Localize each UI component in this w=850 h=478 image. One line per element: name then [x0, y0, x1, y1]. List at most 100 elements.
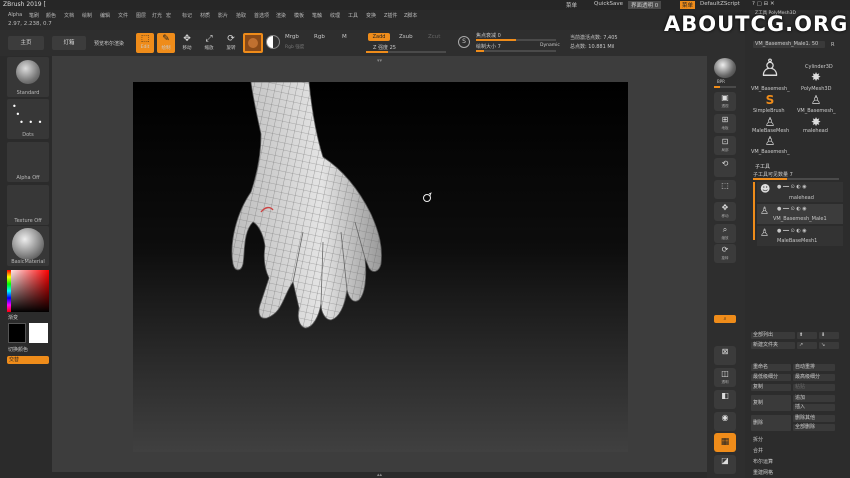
brush-standard-button[interactable]: Standard [7, 57, 49, 97]
rename-button[interactable]: 重命名 [751, 364, 791, 371]
window-controls-icon[interactable]: ? ▢ ⊟ ✕ [752, 1, 775, 7]
polyframe-toggle-button[interactable]: ▦ [714, 433, 736, 452]
split-button[interactable]: 拆分 [753, 436, 763, 443]
draw-size-slider[interactable]: 绘制大小 7 [476, 43, 501, 50]
hand-mesh-model[interactable] [133, 81, 628, 452]
primary-color-swatch[interactable] [29, 323, 48, 343]
subtool-toggles-icon[interactable]: ● ━━ ⊙ ◐ ◉ [777, 206, 807, 212]
menu-item[interactable]: 变换 [366, 12, 376, 19]
material-swatch-button[interactable] [243, 33, 263, 53]
material-button[interactable]: BasicMaterial [7, 226, 49, 266]
polyf-button[interactable]: ⊠ [714, 346, 736, 365]
delete-all-button[interactable]: 全部删除 [793, 424, 835, 431]
default-script-button[interactable]: DefaultZScript [700, 1, 740, 7]
z-intensity-track[interactable] [366, 51, 446, 53]
zadd-button[interactable]: Zadd [368, 33, 390, 41]
subtool-visible-count[interactable]: 子工具可见数量 7 [753, 171, 793, 178]
spix-slider[interactable] [714, 86, 736, 88]
all-low-button[interactable]: 最低级细分 [751, 374, 791, 381]
menu-item[interactable]: Z插件 [384, 12, 397, 19]
subtool-row-3[interactable]: ♙ ● ━━ ⊙ ◐ ◉ MaleBaseMesh1 [757, 226, 843, 246]
menu-item[interactable]: 文档 [64, 12, 74, 19]
transp-button[interactable]: ◫ 透明 [714, 368, 736, 387]
mesh-thumb-1[interactable]: ♙ [759, 54, 781, 82]
new-folder-button[interactable]: 新建文件夹 [751, 342, 795, 349]
solo-button[interactable]: ◧ [714, 390, 736, 409]
color-picker[interactable] [7, 270, 49, 312]
mrgb-button[interactable]: Mrgb [285, 34, 299, 40]
mesh-thumb-6[interactable]: ✸ [805, 115, 827, 129]
stroke-dots-button[interactable]: • • • • • Dots [7, 99, 49, 139]
bpr-render-button[interactable] [714, 58, 736, 78]
mesh-thumb-7[interactable]: ♙ [759, 134, 781, 148]
menu-item[interactable]: 渲染 [276, 12, 286, 19]
menus-button[interactable]: 菜单 [680, 1, 696, 9]
secondary-color-swatch[interactable] [8, 323, 26, 343]
menu-item[interactable]: 纹理 [330, 12, 340, 19]
edit-button[interactable]: ⬚ Edit [136, 33, 154, 53]
m-button[interactable]: M [342, 34, 347, 40]
rgb-button[interactable]: Rgb [314, 34, 325, 40]
subtool-header[interactable]: 子工具 [755, 163, 770, 170]
persp-button[interactable]: ▣ 透视 [714, 92, 736, 111]
move-up-button[interactable]: ↗ [797, 342, 817, 349]
interface-transparency-slider[interactable]: 界面透明 0 [628, 1, 662, 9]
top-collapse-arrow-icon[interactable]: ▾▾ [52, 58, 707, 64]
move-view-button[interactable]: ✥ 移动 [714, 202, 736, 221]
delete-other-button[interactable]: 删除其他 [793, 415, 835, 422]
menu-item[interactable]: 拾取 [236, 12, 246, 19]
z-intensity-slider[interactable]: Z 强度 25 [373, 44, 396, 51]
menu-item[interactable]: 图层 [136, 12, 146, 19]
scale-button[interactable]: ⤢ 缩放 [200, 33, 218, 53]
subtool-count-track[interactable] [753, 178, 839, 180]
scale-r-label[interactable]: R [831, 42, 834, 48]
rgb-intensity-label[interactable]: Rgb 强度 [285, 44, 304, 50]
mesh-thumb-4[interactable]: ♙ [805, 93, 827, 107]
local-button[interactable]: ⊡ 局部 [714, 136, 736, 155]
zoom-view-button[interactable]: ⌕ 缩放 [714, 224, 736, 243]
boolean-button[interactable]: 布尔运算 [753, 458, 773, 465]
quicksave-button[interactable]: QuickSave [594, 1, 623, 7]
subtool-row-1[interactable]: ☻ ● ━━ ⊙ ◐ ◉ malehead [757, 182, 843, 202]
remesh-button[interactable]: 重建网格 [753, 469, 773, 476]
menu-item[interactable]: 笔触 [312, 12, 322, 19]
all-high-button[interactable]: 最高级细分 [793, 374, 835, 381]
color-sphere-icon[interactable] [266, 35, 280, 49]
live-boolean-button[interactable]: 预览布尔渲染 [94, 40, 124, 47]
alternate-button[interactable]: 交替 [7, 356, 49, 364]
floor-button[interactable]: ⊞ 地板 [714, 114, 736, 133]
mesh-thumb-5[interactable]: ♙ [759, 115, 781, 129]
menu-item[interactable]: 文件 [118, 12, 128, 19]
menu-item[interactable]: 编辑 [100, 12, 110, 19]
append-button[interactable]: 追加 [793, 395, 835, 402]
menu-item[interactable]: Alpha [8, 12, 22, 18]
current-tool-slider[interactable]: VM_Basemesh_Male1. 50 [753, 41, 825, 48]
document-canvas[interactable] [133, 81, 628, 452]
home-button[interactable]: 主页 [8, 36, 44, 50]
zcut-button[interactable]: Zcut [428, 34, 440, 40]
menu-item[interactable]: 绘制 [82, 12, 92, 19]
auto-reorder-button[interactable]: 自动重排 [793, 364, 835, 371]
menu-label[interactable]: 菜单 [566, 1, 577, 9]
draw-button[interactable]: ✎ 绘制 [157, 33, 175, 53]
menu-item[interactable]: 工具 [348, 12, 358, 19]
subtool-toggles-icon[interactable]: ● ━━ ⊙ ◐ ◉ [777, 228, 807, 234]
rotate-button[interactable]: ⟳ 旋转 [222, 33, 240, 53]
menu-item[interactable]: 首选项 [254, 12, 269, 19]
menu-item[interactable]: 标记 [182, 12, 192, 19]
gradient-label[interactable]: 渐变 [8, 314, 18, 321]
move-down-button[interactable]: ↘ [819, 342, 839, 349]
s-icon[interactable]: S [458, 36, 470, 48]
menu-item[interactable]: 宏 [166, 12, 171, 19]
zoom-percent-button[interactable]: ⌕ [714, 315, 736, 323]
focal-shift-track[interactable] [476, 39, 556, 41]
draw-size-track[interactable] [476, 50, 556, 52]
delete-button[interactable]: 删除 [751, 415, 791, 431]
hue-strip[interactable] [7, 270, 11, 312]
copy-button[interactable]: 复制 [751, 384, 791, 391]
focal-shift-slider[interactable]: 焦点衰减 0 [476, 32, 501, 39]
texture-off-button[interactable]: Texture Off [7, 185, 49, 225]
arrow-down-button[interactable]: ⬇ [819, 332, 839, 339]
subtool-toggles-icon[interactable]: ● ━━ ⊙ ◐ ◉ [777, 184, 807, 190]
line-fill-button[interactable]: ◪ [714, 455, 736, 474]
